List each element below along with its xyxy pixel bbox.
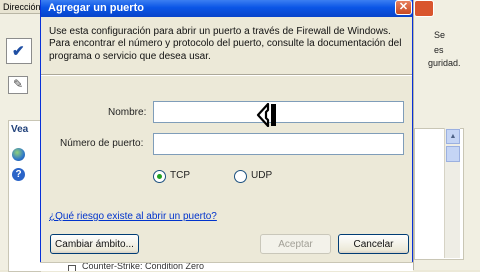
tasks-panel: Vea bbox=[8, 120, 41, 272]
background-text-fragment: guridad. bbox=[428, 58, 461, 68]
tcp-radio-label[interactable]: TCP bbox=[170, 170, 190, 181]
cancel-button[interactable]: Cancelar bbox=[338, 234, 409, 254]
background-text-fragment: Se bbox=[434, 30, 446, 40]
add-port-dialog: Agregar un puerto ✕ Use esta configuraci… bbox=[40, 0, 413, 262]
close-icon[interactable]: ✕ bbox=[395, 0, 412, 15]
scroll-up-icon[interactable]: ▲ bbox=[446, 129, 460, 144]
port-number-input[interactable] bbox=[153, 133, 404, 155]
text-select-cursor-icon bbox=[256, 103, 276, 127]
udp-radio[interactable] bbox=[234, 170, 247, 183]
port-number-label: Número de puerto: bbox=[60, 138, 144, 149]
background-window-left: Dirección Vea ? bbox=[0, 0, 41, 272]
background-close-icon[interactable] bbox=[414, 0, 434, 17]
divider bbox=[41, 74, 412, 76]
background-scrollbar[interactable]: ▲ bbox=[444, 128, 460, 258]
port-risk-link[interactable]: ¿Qué riesgo existe al abrir un puerto? bbox=[49, 211, 217, 222]
change-scope-button[interactable]: Cambiar ámbito... bbox=[50, 234, 139, 254]
name-label: Nombre: bbox=[108, 107, 147, 118]
help-icon[interactable]: ? bbox=[12, 168, 25, 181]
dialog-title: Agregar un puerto bbox=[48, 2, 144, 14]
udp-radio-label[interactable]: UDP bbox=[251, 170, 272, 181]
background-text-fragment: es bbox=[434, 45, 444, 55]
program-checkbox[interactable] bbox=[68, 265, 76, 271]
scroll-thumb[interactable] bbox=[446, 146, 460, 162]
background-window-right: Se es guridad. ▲ bbox=[413, 0, 480, 270]
globe-icon[interactable] bbox=[12, 148, 25, 161]
edit-icon[interactable] bbox=[8, 76, 28, 94]
tcp-radio[interactable] bbox=[153, 170, 166, 183]
dialog-description: Use esta configuración para abrir un pue… bbox=[49, 26, 402, 62]
dialog-titlebar[interactable]: Agregar un puerto ✕ bbox=[41, 0, 412, 17]
address-tab[interactable]: Dirección bbox=[0, 0, 40, 14]
checklist-icon[interactable] bbox=[6, 38, 32, 64]
accept-button[interactable]: Aceptar bbox=[260, 234, 331, 254]
tasks-panel-heading: Vea bbox=[11, 124, 29, 135]
